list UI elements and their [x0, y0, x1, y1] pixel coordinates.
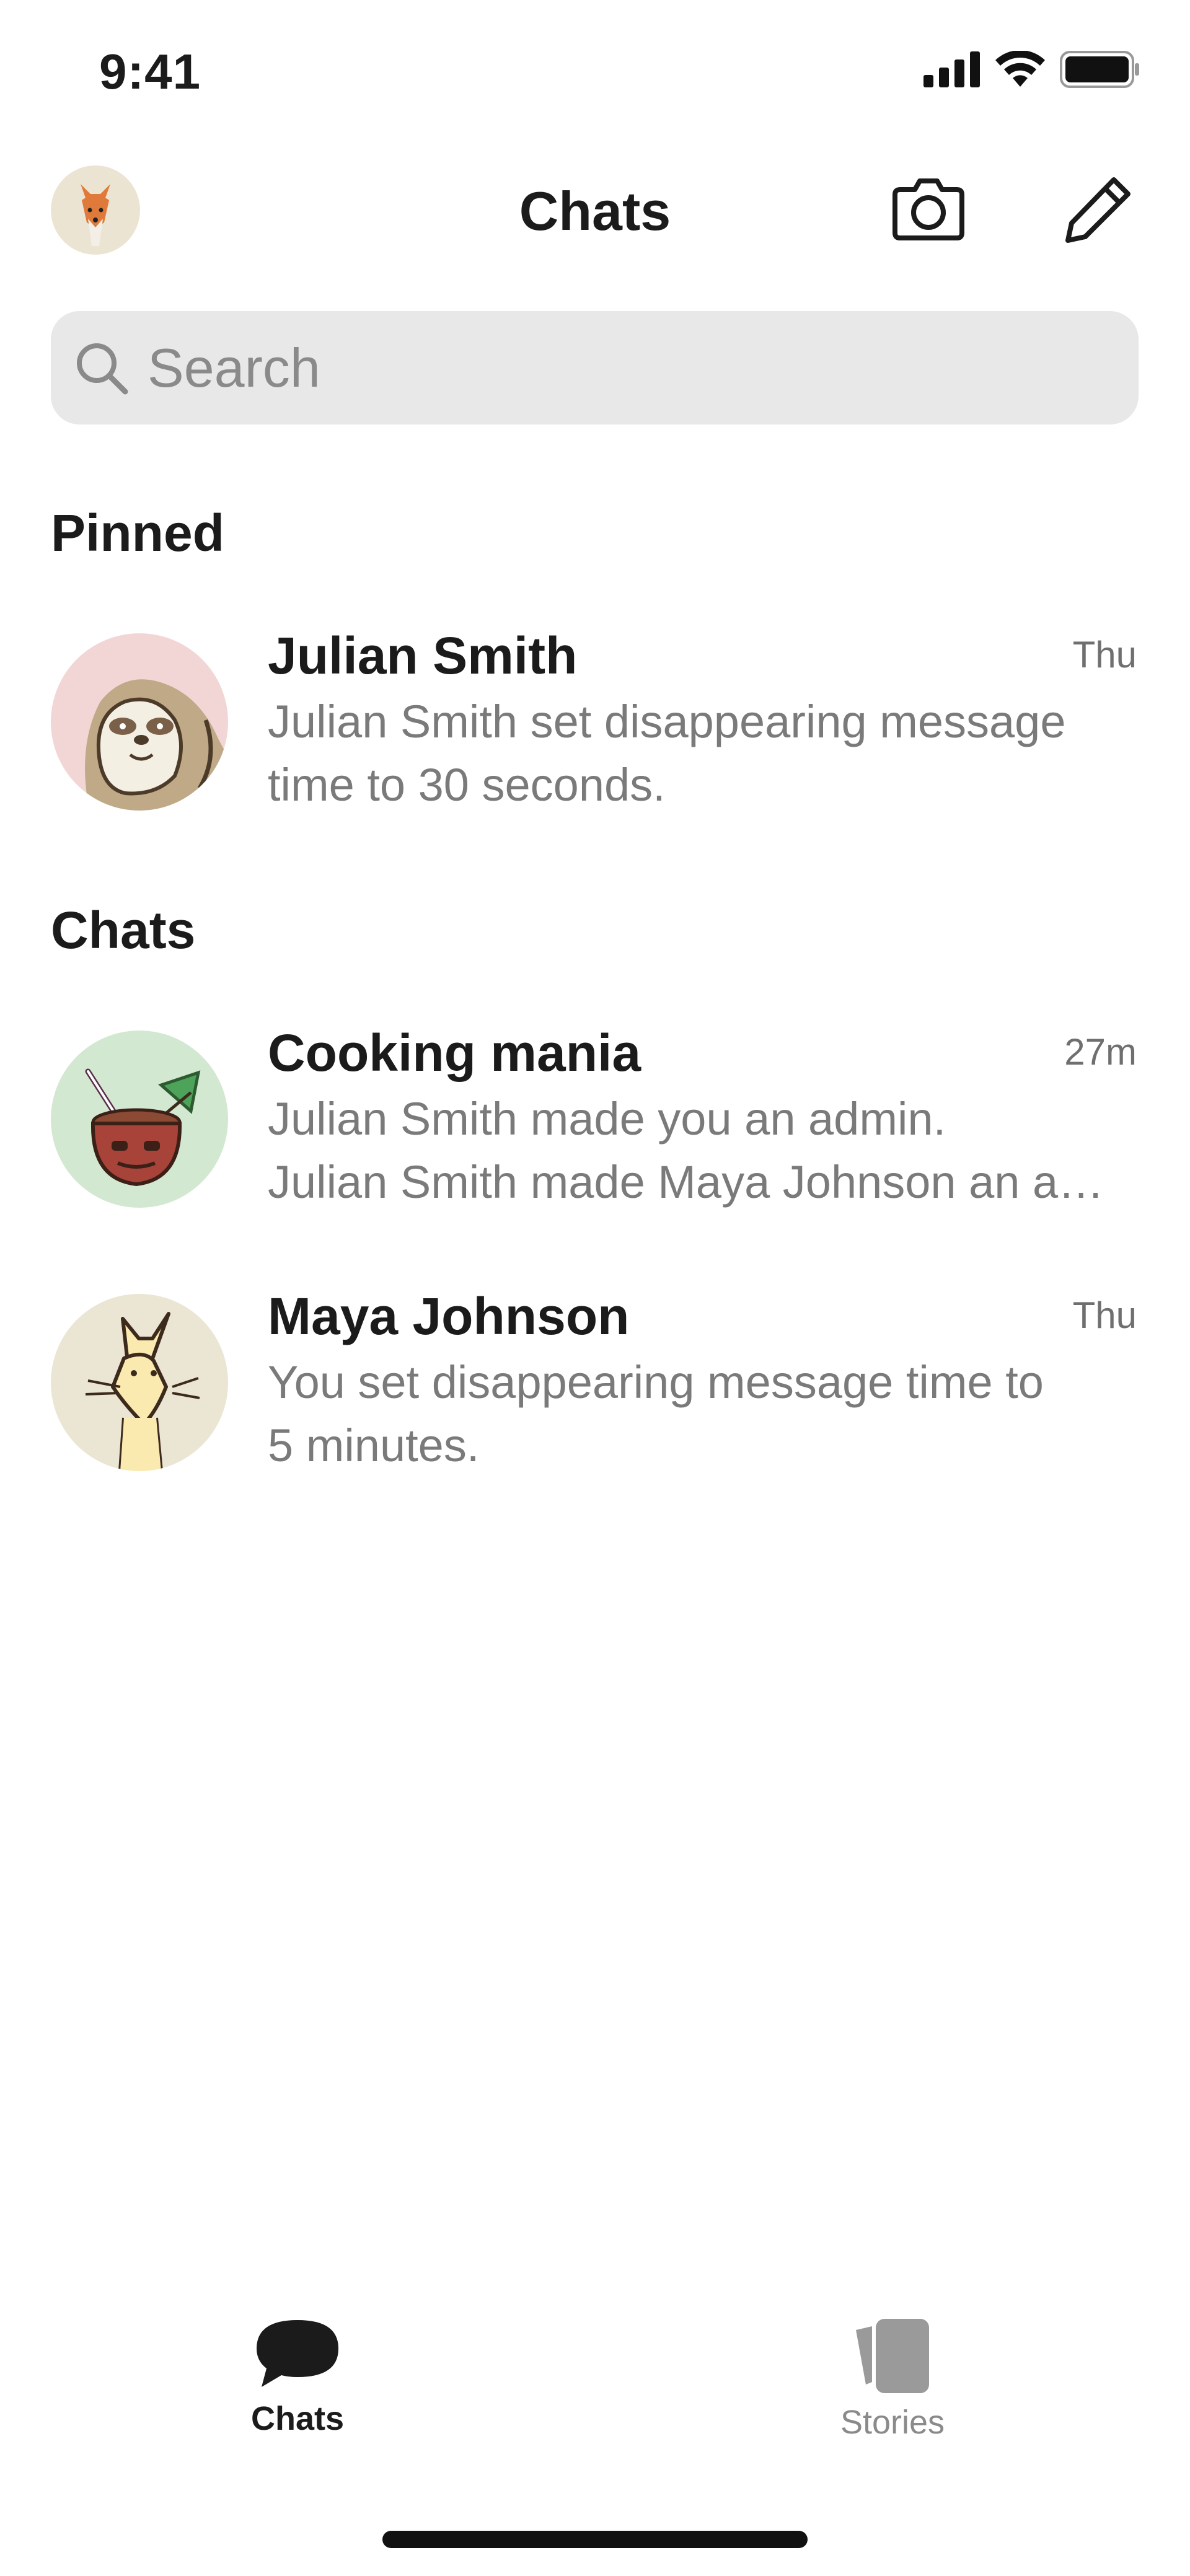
avatar — [51, 633, 228, 811]
chat-name: Cooking mania — [268, 1024, 641, 1082]
compose-button[interactable] — [1063, 174, 1134, 245]
search-icon — [77, 343, 128, 394]
home-indicator[interactable] — [382, 2531, 808, 2548]
chat-preview: Julian Smith made you an admin. Julian S… — [268, 1088, 1135, 1214]
chat-preview-line: Julian Smith made you an admin. — [268, 1093, 946, 1145]
fox-avatar-icon — [85, 1312, 200, 1471]
avatar — [51, 1294, 228, 1471]
chat-preview-line: Julian Smith made Maya Johnson an a… — [268, 1156, 1104, 1208]
pencil-icon — [1065, 177, 1130, 243]
chats-heading: Chats — [51, 901, 196, 959]
camera-button[interactable] — [891, 174, 966, 242]
page-title: Chats — [519, 180, 671, 242]
chat-preview: You set disappearing message time to 5 m… — [268, 1351, 1135, 1477]
tab-label: Stories — [840, 2404, 945, 2441]
tab-label: Chats — [250, 2400, 345, 2437]
stories-icon — [856, 2319, 929, 2393]
chat-bubble-icon — [257, 2320, 338, 2387]
sloth-avatar-icon — [85, 679, 228, 811]
chat-preview-line: You set disappearing message time to — [268, 1356, 1044, 1408]
chat-preview-line: Julian Smith set disappearing message — [268, 696, 1066, 747]
chat-row-julian-smith[interactable]: Julian Smith Thu Julian Smith set disapp… — [0, 626, 1190, 869]
chat-name: Julian Smith — [268, 626, 578, 685]
chat-name: Maya Johnson — [268, 1287, 630, 1345]
tab-stories[interactable]: Stories — [800, 2318, 985, 2442]
chat-row-cooking-mania[interactable]: Cooking mania 27m Julian Smith made you … — [0, 1024, 1190, 1266]
avatar — [51, 1031, 228, 1208]
camera-icon — [892, 178, 964, 240]
tab-chats[interactable]: Chats — [205, 2318, 390, 2438]
chat-preview-line: 5 minutes. — [268, 1420, 480, 1471]
status-icons — [923, 51, 1140, 88]
search-input[interactable] — [148, 336, 1077, 400]
battery-icon — [1060, 51, 1139, 88]
chat-time: 27m — [1064, 1031, 1137, 1073]
chat-preview-line: time to 30 seconds. — [268, 759, 666, 811]
chat-time: Thu — [1072, 1295, 1137, 1336]
pinned-heading: Pinned — [51, 504, 225, 562]
chat-preview: Julian Smith set disappearing message ti… — [268, 690, 1135, 817]
wifi-icon — [995, 51, 1045, 87]
chat-list-screen: 9:41 Chats Search Pinned Julian Smith Th… — [0, 0, 1190, 2576]
chat-row-maya-johnson[interactable]: Maya Johnson Thu You set disappearing me… — [0, 1287, 1190, 1529]
cellular-signal-icon — [923, 51, 980, 87]
coconut-drink-avatar-icon — [85, 1068, 201, 1187]
chat-time: Thu — [1072, 634, 1137, 675]
search-bar[interactable] — [51, 311, 1139, 424]
status-time: 9:41 — [99, 44, 201, 99]
